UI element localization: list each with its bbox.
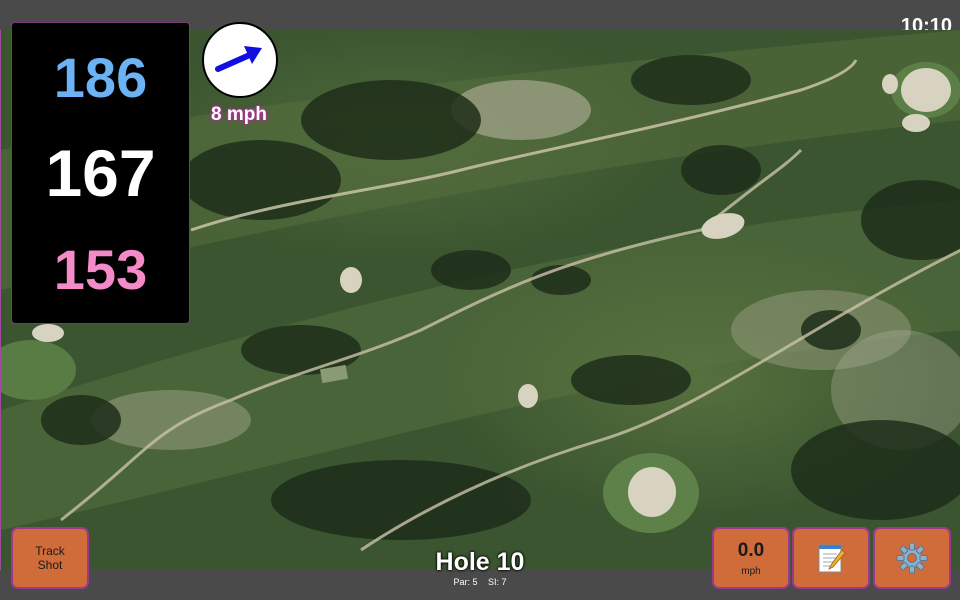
gear-icon	[896, 542, 928, 574]
distance-front: 153	[53, 238, 148, 301]
track-shot-button[interactable]: Track Shot	[11, 527, 89, 589]
wind-direction-arrow-icon	[215, 46, 262, 72]
distance-middle: 167	[45, 136, 156, 210]
hole-title: Hole 10	[435, 548, 525, 576]
distance-panel: 186 167 153	[11, 22, 190, 324]
distance-back: 186	[53, 46, 148, 109]
wind-indicator	[202, 22, 278, 98]
wind-speed: 8 mph	[211, 104, 267, 125]
hole-stroke-index: SI: 7	[488, 577, 507, 587]
notepad-icon	[818, 544, 846, 573]
hole-par: Par: 5	[453, 577, 478, 587]
track-shot-label: Track Shot	[35, 544, 65, 572]
speed-button[interactable]: 0.0 mph	[712, 527, 790, 589]
settings-button[interactable]	[873, 527, 951, 589]
speed-value: 0.0	[737, 539, 765, 561]
speed-unit: mph	[741, 565, 761, 577]
notes-button[interactable]	[792, 527, 870, 589]
hole-info: Par: 5 SI: 7	[420, 577, 540, 587]
